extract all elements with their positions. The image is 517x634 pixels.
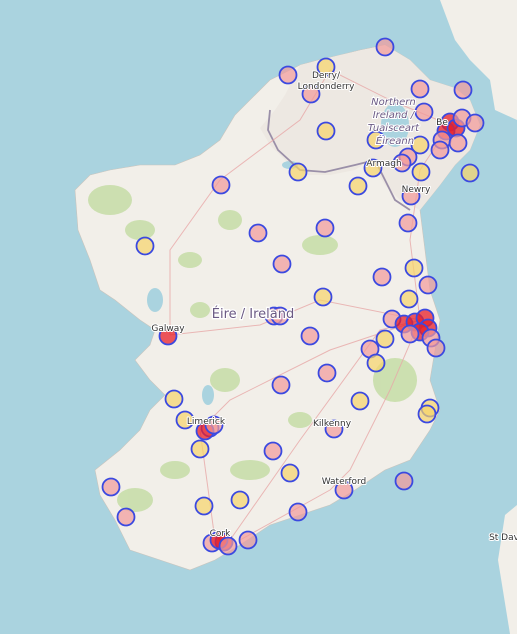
station-marker[interactable] — [263, 441, 283, 461]
station-marker[interactable] — [300, 326, 320, 346]
station-marker[interactable] — [288, 162, 308, 182]
station-marker[interactable] — [116, 507, 136, 527]
station-marker[interactable] — [248, 223, 268, 243]
station-marker[interactable] — [211, 175, 231, 195]
station-marker[interactable] — [410, 79, 430, 99]
place-label-cork: Cork — [210, 529, 231, 539]
station-marker[interactable] — [317, 363, 337, 383]
station-marker[interactable] — [448, 133, 468, 153]
station-marker[interactable] — [394, 471, 414, 491]
station-marker[interactable] — [101, 477, 121, 497]
place-label-armagh: Armagh — [366, 159, 401, 169]
station-marker[interactable] — [398, 213, 418, 233]
station-marker[interactable] — [375, 37, 395, 57]
place-label-newry: Newry — [402, 185, 431, 195]
station-marker[interactable] — [316, 121, 336, 141]
station-marker[interactable] — [194, 496, 214, 516]
station-marker[interactable] — [400, 324, 420, 344]
place-label-waterford: Waterford — [322, 477, 367, 487]
place-label-stdavids: St Dav — [489, 533, 517, 543]
place-label-belfast: Be — [436, 118, 448, 128]
station-marker[interactable] — [426, 338, 446, 358]
station-marker[interactable] — [411, 162, 431, 182]
station-marker[interactable] — [313, 287, 333, 307]
station-marker[interactable] — [460, 163, 480, 183]
station-marker[interactable] — [404, 258, 424, 278]
station-marker[interactable] — [278, 65, 298, 85]
station-marker[interactable] — [190, 439, 210, 459]
station-marker[interactable] — [350, 391, 370, 411]
station-marker[interactable] — [272, 254, 292, 274]
station-marker[interactable] — [135, 236, 155, 256]
station-marker[interactable] — [453, 80, 473, 100]
map-canvas[interactable]: Derry/LondonderryArmaghNewryBeGalwayLime… — [0, 0, 517, 634]
station-marker[interactable] — [280, 463, 300, 483]
station-marker[interactable] — [288, 502, 308, 522]
place-label-kilkenny: Kilkenny — [313, 419, 352, 429]
station-marker[interactable] — [430, 140, 450, 160]
station-marker[interactable] — [418, 275, 438, 295]
country-label: Éire / Ireland — [212, 306, 295, 322]
place-label-limerick: Limerick — [187, 417, 226, 427]
station-marker[interactable] — [366, 353, 386, 373]
station-marker[interactable] — [399, 289, 419, 309]
place-label-galway: Galway — [151, 324, 185, 334]
station-marker[interactable] — [315, 218, 335, 238]
station-marker[interactable] — [164, 389, 184, 409]
station-marker[interactable] — [230, 490, 250, 510]
station-marker[interactable] — [348, 176, 368, 196]
station-marker[interactable] — [238, 530, 258, 550]
station-marker[interactable] — [417, 404, 437, 424]
station-marker[interactable] — [271, 375, 291, 395]
station-marker[interactable] — [465, 113, 485, 133]
station-marker[interactable] — [218, 536, 238, 556]
station-marker[interactable] — [375, 329, 395, 349]
station-marker[interactable] — [372, 267, 392, 287]
